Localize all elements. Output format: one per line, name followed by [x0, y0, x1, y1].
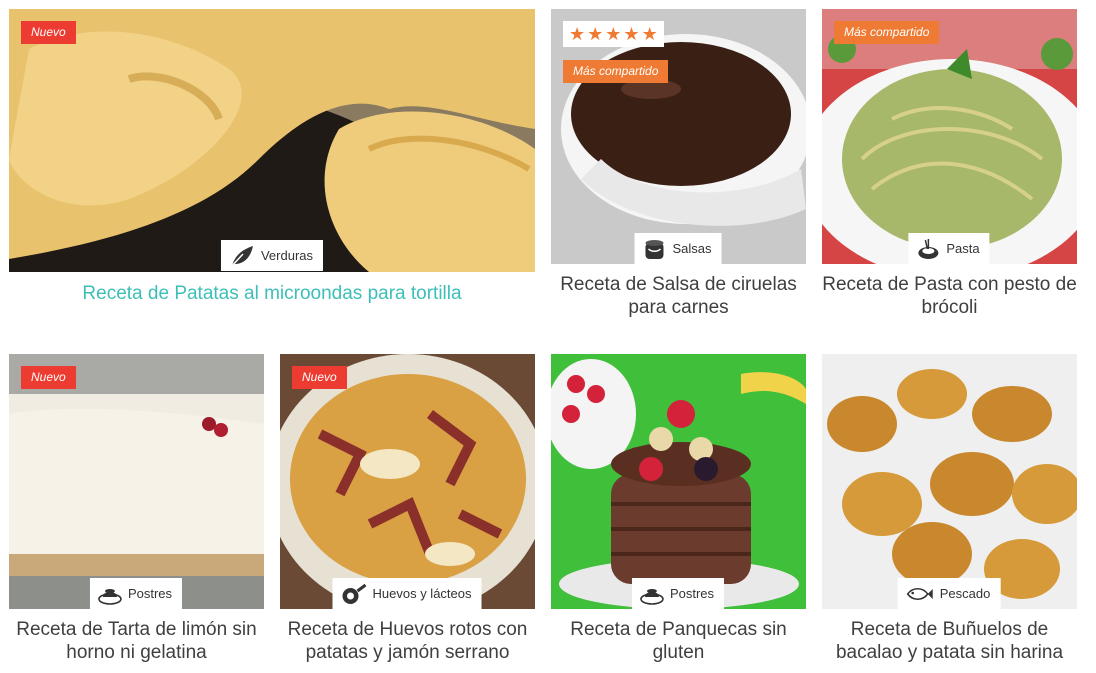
recipe-card-huevos-rotos[interactable]: Nuevo Huevos y lácteos Receta de Huevos …	[280, 354, 535, 664]
category-tag[interactable]: Salsas	[634, 233, 722, 264]
category-label: Pescado	[939, 586, 991, 601]
recipe-title[interactable]: Receta de Tarta de limón sin horno ni ge…	[9, 618, 264, 664]
recipe-title[interactable]: Receta de Pasta con pesto de brócoli	[822, 273, 1077, 319]
dessert-icon	[640, 588, 664, 605]
recipe-image[interactable]	[9, 354, 264, 609]
category-label: Salsas	[672, 241, 712, 256]
pasta-plate-icon	[918, 238, 939, 259]
recipe-card-salsa-ciruelas[interactable]: ★ ★ ★ ★ ★ Más compartido Salsas Receta d…	[551, 9, 806, 319]
category-tag[interactable]: Pescado	[897, 578, 1001, 609]
dessert-icon	[98, 588, 122, 605]
category-tag[interactable]: Verduras	[220, 240, 324, 271]
sauce-pot-icon	[645, 239, 664, 259]
leaf-icon	[230, 245, 253, 268]
category-label: Verduras	[260, 248, 314, 263]
category-label: Pasta	[946, 241, 980, 256]
category-tag[interactable]: Postres	[631, 578, 725, 609]
recipe-card-panquecas[interactable]: Postres Receta de Panquecas sin gluten	[551, 354, 806, 664]
recipe-image[interactable]	[551, 354, 806, 609]
badge-mas-compartido: Más compartido	[563, 60, 669, 83]
recipe-title[interactable]: Receta de Huevos rotos con patatas y jam…	[280, 618, 535, 664]
recipe-image[interactable]	[280, 354, 535, 609]
recipe-title[interactable]: Receta de Salsa de ciruelas para carnes	[551, 273, 806, 319]
recipe-card-bunuelos-bacalao[interactable]: Pescado Receta de Buñuelos de bacalao y …	[822, 354, 1077, 664]
recipe-card-patatas-microondas[interactable]: Nuevo Verduras Receta de Patatas al micr…	[9, 9, 535, 309]
recipe-title[interactable]: Receta de Panquecas sin gluten	[551, 618, 806, 664]
recipe-card-tarta-limon[interactable]: Nuevo Postres Receta de Tarta de limón s…	[9, 354, 264, 664]
recipe-title[interactable]: Receta de Buñuelos de bacalao y patata s…	[822, 618, 1077, 664]
badge-nuevo: Nuevo	[21, 366, 76, 389]
star-icon: ★	[623, 24, 640, 44]
category-label: Postres	[669, 586, 715, 601]
category-tag[interactable]: Pasta	[908, 233, 990, 264]
badge-nuevo: Nuevo	[292, 366, 347, 389]
category-tag[interactable]: Huevos y lácteos	[332, 578, 482, 609]
category-label: Postres	[127, 586, 173, 601]
frying-pan-icon	[342, 583, 367, 604]
star-icon: ★	[587, 24, 604, 44]
recipe-image[interactable]	[822, 9, 1077, 264]
category-label: Huevos y lácteos	[372, 586, 472, 601]
rating-stars: ★ ★ ★ ★ ★	[563, 21, 664, 47]
recipe-image[interactable]	[822, 354, 1077, 609]
recipe-card-pasta-pesto[interactable]: Más compartido Pasta Receta de Pasta con…	[822, 9, 1077, 319]
badge-nuevo: Nuevo	[21, 21, 76, 44]
fish-icon	[906, 587, 933, 600]
recipe-title[interactable]: Receta de Patatas al microondas para tor…	[9, 282, 535, 305]
badge-mas-compartido: Más compartido	[834, 21, 940, 44]
recipe-image[interactable]	[9, 9, 535, 272]
category-tag[interactable]: Postres	[89, 578, 183, 609]
recipe-image[interactable]	[551, 9, 806, 264]
star-icon: ★	[569, 24, 586, 44]
star-icon: ★	[605, 24, 622, 44]
star-icon: ★	[641, 24, 658, 44]
